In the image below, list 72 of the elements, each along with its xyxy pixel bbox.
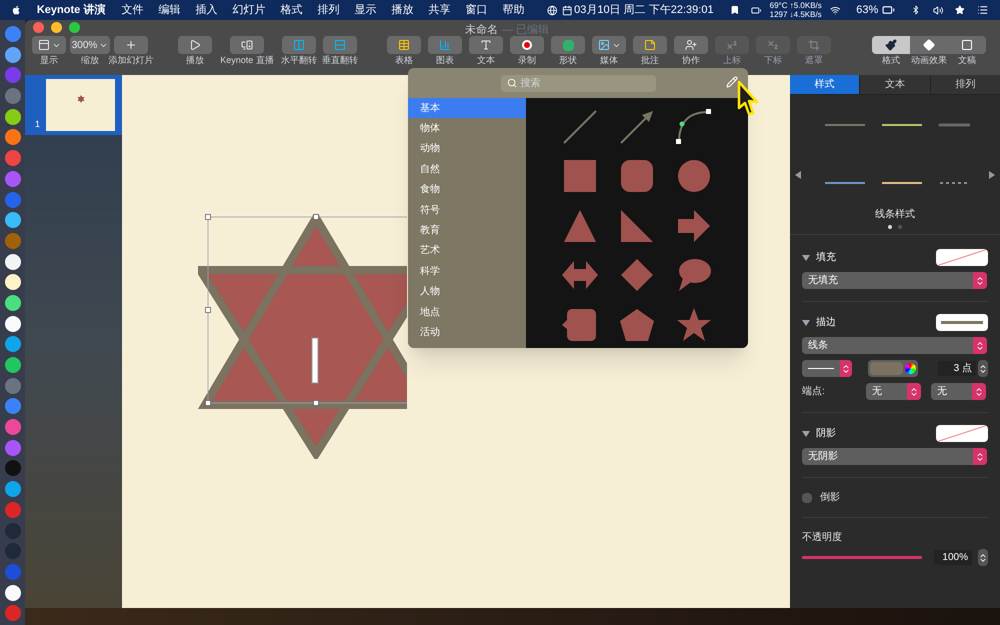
toolbar-label: 添加幻灯片 bbox=[108, 55, 154, 65]
menu-item[interactable]: 文件 bbox=[121, 2, 144, 18]
endpoint-select[interactable]: 无 bbox=[866, 383, 921, 400]
inspector-tab[interactable]: 样式 bbox=[790, 75, 860, 94]
search-placeholder: 搜索 bbox=[520, 76, 540, 90]
inspector-tab[interactable]: 排列 bbox=[930, 75, 1000, 94]
menu-item[interactable]: 编辑 bbox=[158, 2, 180, 18]
category-item[interactable]: 物体 bbox=[408, 118, 526, 139]
slide-number: 1 bbox=[35, 118, 40, 130]
app-menu[interactable]: Keynote 讲演 bbox=[36, 2, 106, 18]
inspector-tab[interactable]: 文本 bbox=[859, 75, 930, 94]
section-title: 填充 bbox=[816, 250, 836, 265]
reflection-label: 倒影 bbox=[820, 491, 840, 505]
shadow-select[interactable]: 无阴影 bbox=[802, 448, 987, 465]
opacity-field[interactable]: 100% bbox=[934, 550, 972, 565]
width-field[interactable]: 3 点 bbox=[938, 361, 976, 376]
toolbar-label: 录制 bbox=[518, 55, 536, 65]
pane-label: 动画效果 bbox=[911, 55, 947, 65]
endpoints-label: 端点: bbox=[802, 384, 826, 399]
category-item[interactable]: 活动 bbox=[408, 322, 526, 343]
toolbar-label: 文本 bbox=[477, 55, 495, 65]
menu-item[interactable]: 插入 bbox=[195, 2, 218, 18]
toolbar-label: 播放 bbox=[186, 55, 204, 65]
toolbar-label: 遮罩 bbox=[805, 55, 823, 65]
menu-item[interactable]: 格式 bbox=[280, 2, 302, 18]
category-item[interactable]: 符号 bbox=[408, 200, 526, 220]
slide-row[interactable]: 1 bbox=[25, 75, 122, 135]
toolbar-label: 批注 bbox=[641, 55, 659, 65]
category-item[interactable]: 食物 bbox=[408, 180, 526, 200]
category-item[interactable]: 人物 bbox=[408, 282, 526, 302]
stats-text: 1297 ↓4.5KB/s bbox=[770, 10, 822, 19]
category-item[interactable]: 动物 bbox=[408, 138, 526, 160]
gallery-caption: 线条样式 bbox=[875, 208, 915, 222]
menu-item[interactable]: 共享 bbox=[428, 2, 450, 18]
toolbar-label: 显示 bbox=[40, 55, 58, 65]
toolbar-label: 形状 bbox=[559, 55, 577, 65]
fill-select[interactable]: 无填充 bbox=[802, 272, 987, 289]
toolbar-label: 表格 bbox=[395, 55, 413, 65]
toolbar-label: 缩放 bbox=[81, 55, 99, 65]
toolbar-button[interactable]: 300% bbox=[70, 36, 110, 54]
window-title: 未命名 bbox=[465, 23, 498, 38]
pane-label: 格式 bbox=[882, 55, 900, 65]
menu-item[interactable]: 幻灯片 bbox=[232, 2, 266, 18]
endpoint-select[interactable]: 无 bbox=[931, 383, 986, 400]
toolbar-label: 媒体 bbox=[600, 55, 618, 65]
menu-item[interactable]: 排列 bbox=[317, 2, 340, 18]
category-item[interactable]: 科学 bbox=[408, 261, 526, 282]
toolbar-label: 下标 bbox=[764, 55, 782, 65]
section-title: 阴影 bbox=[816, 427, 836, 441]
toolbar-label: Keynote 直播 bbox=[220, 55, 274, 65]
menu-item[interactable]: 窗口 bbox=[465, 2, 488, 18]
clock-text[interactable]: 03月10日 周二 下午22:39:01 bbox=[574, 2, 714, 18]
edit-status: — 已编辑 bbox=[502, 23, 550, 38]
toolbar-label: 垂直翻转 bbox=[322, 55, 358, 65]
menu-item[interactable]: 帮助 bbox=[502, 2, 524, 18]
pane-label: 文稿 bbox=[958, 55, 976, 65]
menu-item[interactable]: 显示 bbox=[354, 2, 376, 18]
menu-item[interactable]: 播放 bbox=[391, 2, 414, 18]
category-item[interactable]: 地点 bbox=[408, 302, 526, 322]
toolbar-label: 协作 bbox=[682, 55, 700, 65]
category-item[interactable]: 基本 bbox=[408, 98, 526, 118]
section-title: 描边 bbox=[816, 316, 836, 330]
toolbar-label: 水平翻转 bbox=[281, 55, 317, 65]
toolbar-label: 图表 bbox=[436, 55, 454, 65]
stats-text: 69°C ↑5.0KB/s bbox=[770, 1, 822, 10]
category-item[interactable]: 教育 bbox=[408, 220, 526, 241]
opacity-label: 不透明度 bbox=[802, 530, 843, 545]
category-item[interactable]: 自然 bbox=[408, 159, 526, 180]
battery-percent: 63% bbox=[856, 2, 878, 18]
category-item[interactable]: 艺术 bbox=[408, 240, 526, 262]
toolbar-label: 上标 bbox=[723, 55, 741, 65]
stroke-select[interactable]: 线条 bbox=[802, 337, 987, 354]
